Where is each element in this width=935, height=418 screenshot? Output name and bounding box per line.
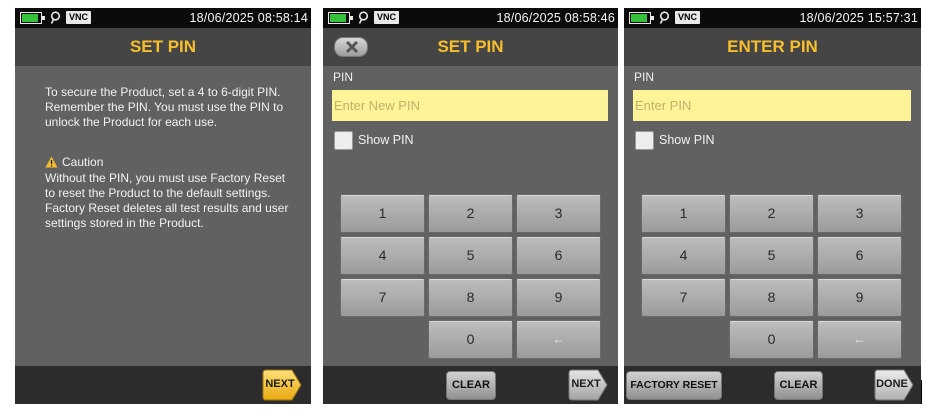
key-7[interactable]: 7 bbox=[641, 278, 726, 317]
status-bar: VNC 18/06/2025 15:57:31 bbox=[624, 8, 921, 28]
clock: 18/06/2025 08:58:46 bbox=[496, 11, 615, 25]
caution-text: Without the PIN, you must use Factory Re… bbox=[45, 171, 289, 230]
new-pin-input[interactable] bbox=[332, 90, 608, 121]
location-pin-icon bbox=[358, 11, 369, 24]
set-pin-intro-screen: VNC 18/06/2025 08:58:14 SET PIN To secur… bbox=[15, 8, 311, 404]
title-bar: SET PIN bbox=[323, 28, 618, 66]
bottom-bar: FACTORY RESET CLEAR DONE bbox=[624, 366, 921, 404]
page-title: ENTER PIN bbox=[727, 37, 818, 56]
next-button[interactable]: NEXT bbox=[568, 369, 609, 401]
next-button[interactable]: NEXT bbox=[262, 369, 303, 401]
factory-reset-button[interactable]: FACTORY RESET bbox=[626, 371, 722, 400]
key-5[interactable]: 5 bbox=[428, 236, 513, 275]
enter-pin-screen: VNC 18/06/2025 15:57:31 ENTER PIN PIN Sh… bbox=[624, 8, 921, 404]
key-0[interactable]: 0 bbox=[729, 320, 814, 359]
key-6[interactable]: 6 bbox=[817, 236, 902, 275]
clear-button[interactable]: CLEAR bbox=[774, 371, 823, 400]
title-bar: ENTER PIN bbox=[624, 28, 921, 66]
key-1[interactable]: 1 bbox=[641, 194, 726, 233]
pin-field-label: PIN bbox=[333, 70, 354, 84]
page-title: SET PIN bbox=[129, 37, 197, 56]
battery-icon bbox=[629, 12, 654, 24]
vnc-badge: VNC bbox=[675, 11, 701, 24]
caution-title: Caution bbox=[62, 155, 104, 169]
key-3[interactable]: 3 bbox=[516, 194, 601, 233]
key-8[interactable]: 8 bbox=[428, 278, 513, 317]
set-pin-entry-screen: VNC 18/06/2025 08:58:46 SET PIN PIN Show… bbox=[323, 8, 618, 404]
location-pin-icon bbox=[50, 11, 61, 24]
pin-instructions: To secure the Product, set a 4 to 6-digi… bbox=[45, 85, 284, 129]
status-bar: VNC 18/06/2025 08:58:46 bbox=[323, 8, 618, 28]
caution-heading: Caution bbox=[45, 155, 103, 170]
page-title: SET PIN bbox=[437, 37, 504, 56]
battery-icon bbox=[20, 12, 45, 24]
done-button[interactable]: DONE bbox=[874, 369, 915, 401]
done-button-label: DONE bbox=[876, 378, 908, 390]
warning-icon bbox=[45, 156, 58, 168]
key-6[interactable]: 6 bbox=[516, 236, 601, 275]
title-bar: SET PIN bbox=[15, 28, 311, 66]
key-1[interactable]: 1 bbox=[340, 194, 425, 233]
key-7[interactable]: 7 bbox=[340, 278, 425, 317]
backspace-key[interactable]: ← bbox=[516, 320, 601, 359]
battery-icon bbox=[328, 12, 353, 24]
key-4[interactable]: 4 bbox=[641, 236, 726, 275]
key-9[interactable]: 9 bbox=[516, 278, 601, 317]
key-8[interactable]: 8 bbox=[729, 278, 814, 317]
location-pin-icon bbox=[659, 11, 670, 24]
backspace-key[interactable]: ← bbox=[817, 320, 902, 359]
clear-button[interactable]: CLEAR bbox=[446, 371, 496, 400]
key-3[interactable]: 3 bbox=[817, 194, 902, 233]
vnc-badge: VNC bbox=[66, 11, 92, 24]
show-pin-label: Show PIN bbox=[358, 133, 414, 147]
key-2[interactable]: 2 bbox=[729, 194, 814, 233]
show-pin-label: Show PIN bbox=[659, 133, 715, 147]
clock: 18/06/2025 08:58:14 bbox=[189, 11, 308, 25]
show-pin-checkbox[interactable] bbox=[334, 131, 353, 150]
key-5[interactable]: 5 bbox=[729, 236, 814, 275]
show-pin-checkbox[interactable] bbox=[635, 131, 654, 150]
status-bar: VNC 18/06/2025 08:58:14 bbox=[15, 8, 311, 28]
key-2[interactable]: 2 bbox=[428, 194, 513, 233]
bottom-bar: CLEAR NEXT bbox=[323, 366, 618, 404]
divider bbox=[921, 380, 922, 404]
next-button-label: NEXT bbox=[265, 378, 295, 390]
next-button-label: NEXT bbox=[571, 378, 601, 390]
clock: 18/06/2025 15:57:31 bbox=[799, 11, 918, 25]
key-4[interactable]: 4 bbox=[340, 236, 425, 275]
bottom-bar: NEXT bbox=[15, 366, 311, 404]
pin-field-label: PIN bbox=[634, 70, 655, 84]
key-0[interactable]: 0 bbox=[428, 320, 513, 359]
pin-input[interactable] bbox=[633, 90, 911, 121]
key-9[interactable]: 9 bbox=[817, 278, 902, 317]
vnc-badge: VNC bbox=[374, 11, 400, 24]
